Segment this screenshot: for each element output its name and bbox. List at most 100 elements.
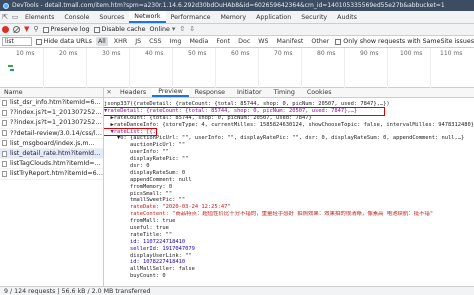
- tab-security[interactable]: Security: [296, 11, 332, 23]
- timeline-tick: 110 ms: [440, 50, 463, 57]
- request-item-selected[interactable]: list_detail_rate.htm?itemId=60...: [0, 148, 103, 160]
- filter-type-css[interactable]: CSS: [147, 37, 163, 46]
- disable-cache-box[interactable]: [93, 26, 100, 33]
- hide-data-urls-box[interactable]: [35, 38, 42, 45]
- preview-line[interactable]: tmallSweetPic: "": [104, 197, 474, 204]
- preview-line[interactable]: ▶rateDanceInfo: {storeType: 4, currentMi…: [104, 122, 474, 129]
- tab-performance[interactable]: Performance: [166, 11, 216, 23]
- preview-line[interactable]: fromMemory: 0: [104, 184, 474, 191]
- filter-type-img[interactable]: Img: [167, 37, 183, 46]
- preview-line[interactable]: appendComment: null: [104, 177, 474, 184]
- tab-sources[interactable]: Sources: [94, 11, 129, 23]
- tab-application[interactable]: Application: [251, 11, 296, 23]
- file-icon: [2, 109, 7, 116]
- preview-line[interactable]: displayUserLink: "": [104, 253, 474, 260]
- tab-timing[interactable]: Timing: [268, 88, 301, 97]
- preview-line[interactable]: fromMall: true: [104, 218, 474, 225]
- preview-line[interactable]: buyCount: 0: [104, 273, 474, 280]
- close-icon[interactable]: ✕: [104, 88, 114, 97]
- request-item[interactable]: list_dsr_info.htm?itemId=6026...: [0, 98, 103, 109]
- preview-line-ratedetail[interactable]: ▼rateDetail: {rateCount: {total: 85744, …: [104, 106, 385, 116]
- tab-elements[interactable]: Elements: [20, 11, 59, 23]
- tab-cookies[interactable]: Cookies: [301, 88, 338, 97]
- json-preview[interactable]: jsonp337({rateDetail: {rateCount: {total…: [104, 101, 474, 286]
- tab-initiator[interactable]: Initiator: [231, 88, 268, 97]
- preview-line[interactable]: userInfo: "": [104, 149, 474, 156]
- timeline-tick: 60 ms: [231, 50, 250, 57]
- request-name: ??index.js?t=1_20130725201...: [10, 109, 103, 117]
- request-name: ??index.js?t=1_201307252013...: [10, 119, 103, 127]
- preview-line[interactable]: ▶rateCount: {total: 85744, shop: 0, picN…: [104, 115, 474, 122]
- request-item[interactable]: listTryReport.htm?itemId=60...: [0, 169, 103, 180]
- preview-line[interactable]: useful: true: [104, 225, 474, 232]
- filter-type-manifest[interactable]: Manifest: [275, 37, 306, 46]
- clear-button[interactable]: [13, 26, 20, 33]
- file-icon: [2, 170, 7, 177]
- preview-line[interactable]: dsr: 0: [104, 163, 474, 170]
- request-name: ??detail-review/3.0.14/css/list...: [10, 129, 103, 137]
- filter-type-font[interactable]: Font: [214, 37, 232, 46]
- request-list-header[interactable]: Name: [0, 88, 103, 98]
- filter-type-doc[interactable]: Doc: [236, 37, 252, 46]
- timeline-tick: 100 ms: [400, 50, 423, 57]
- request-item[interactable]: ??detail-review/3.0.14/css/list...: [0, 129, 103, 139]
- tab-memory[interactable]: Memory: [215, 11, 251, 23]
- tab-audits[interactable]: Audits: [332, 11, 362, 23]
- tab-network[interactable]: Network: [129, 11, 166, 23]
- preview-line[interactable]: rateDate: "2020-03-24 12:25:47": [104, 204, 474, 211]
- filter-type-other[interactable]: Other: [309, 37, 331, 46]
- preview-line[interactable]: id: 1107224718410: [104, 239, 474, 246]
- preview-line[interactable]: auctionPicUrl: "": [104, 142, 474, 149]
- samesite-checkbox[interactable]: Only show requests with SameSite issues: [335, 38, 474, 45]
- filter-type-all[interactable]: All: [95, 37, 108, 46]
- network-filter-bar: list Hide data URLs All XHR JS CSS Img M…: [0, 36, 474, 48]
- throttling-select[interactable]: Online ▾: [150, 26, 176, 34]
- preview-line[interactable]: displayRateSum: 0: [104, 170, 474, 177]
- record-button[interactable]: [2, 26, 9, 33]
- import-har-icon[interactable]: ⇧: [179, 26, 185, 33]
- network-overview-timeline[interactable]: 10 ms 20 ms 30 ms 40 ms 50 ms 60 ms 70 m…: [0, 48, 474, 88]
- request-item[interactable]: list_msgboard/index.js,m...: [0, 139, 103, 149]
- timeline-ticks: 10 ms 20 ms 30 ms 40 ms 50 ms 60 ms 70 m…: [0, 50, 474, 58]
- device-toolbar-icon[interactable]: ▭: [10, 11, 20, 23]
- filter-icon[interactable]: ▼: [24, 26, 29, 33]
- request-item[interactable]: ??index.js?t=1_20130725201...: [0, 108, 103, 119]
- request-name: list_msgboard/index.js,m...: [10, 139, 95, 147]
- network-toolbar: ▼ ⚲ Preserve log Disable cache Online ▾ ⇧…: [0, 24, 474, 36]
- preserve-log-box[interactable]: [42, 26, 49, 33]
- filter-input[interactable]: list: [2, 37, 32, 46]
- request-item[interactable]: listTagClouds.htm?itemId=60...: [0, 159, 103, 170]
- preview-line[interactable]: ▼0: {auctionPicUrl: "", userInfo: "", di…: [104, 135, 474, 142]
- preview-line[interactable]: sellerId: 1917047079: [104, 246, 474, 253]
- preview-line[interactable]: id: 1078227418410: [104, 259, 474, 266]
- preserve-log-checkbox[interactable]: Preserve log: [42, 26, 90, 33]
- search-icon[interactable]: ⚲: [33, 26, 38, 33]
- tab-console[interactable]: Console: [59, 11, 94, 23]
- preview-line[interactable]: jsonp337({rateDetail: {rateCount: {total…: [104, 101, 474, 108]
- request-item[interactable]: ??index.js?t=1_201307252013...: [0, 118, 103, 129]
- hide-data-urls-checkbox[interactable]: Hide data URLs: [35, 38, 92, 45]
- inspect-element-icon[interactable]: ⇱: [0, 11, 10, 23]
- samesite-box[interactable]: [335, 38, 342, 45]
- preview-line[interactable]: rateTitle: "": [104, 232, 474, 239]
- export-har-icon[interactable]: ⇩: [189, 26, 195, 33]
- disable-cache-checkbox[interactable]: Disable cache: [93, 26, 146, 33]
- filter-type-xhr[interactable]: XHR: [112, 37, 129, 46]
- preview-line[interactable]: picsSmall: "": [104, 191, 474, 198]
- filter-type-media[interactable]: Media: [187, 37, 210, 46]
- filter-type-ws[interactable]: WS: [256, 37, 270, 46]
- devtools-title-bar: DevTools - detail.tmall.com/item.htm?spm…: [0, 0, 474, 11]
- tab-response[interactable]: Response: [189, 88, 231, 97]
- preview-line[interactable]: displayRatePic: "": [104, 156, 474, 163]
- timeline-tick: 40 ms: [145, 50, 164, 57]
- file-icon: [2, 140, 7, 147]
- request-detail-pane: ✕ Headers Preview Response Initiator Tim…: [104, 88, 474, 286]
- filter-type-js[interactable]: JS: [133, 37, 143, 46]
- preview-line-ratelist[interactable]: ▼rateList: [{,…},…]: [104, 127, 157, 137]
- tab-preview[interactable]: Preview: [152, 88, 189, 97]
- network-status-bar: 9 / 124 requests | 56.6 kB / 2.0 MB tran…: [0, 286, 474, 295]
- timeline-tick: 70 ms: [274, 50, 293, 57]
- preview-line[interactable]: allMallSeller: false: [104, 266, 474, 273]
- preview-line[interactable]: rateContent: "商品特点：超值性价比十分不错的，重量轻手感好 拍照效…: [104, 211, 474, 218]
- tab-headers[interactable]: Headers: [114, 88, 152, 97]
